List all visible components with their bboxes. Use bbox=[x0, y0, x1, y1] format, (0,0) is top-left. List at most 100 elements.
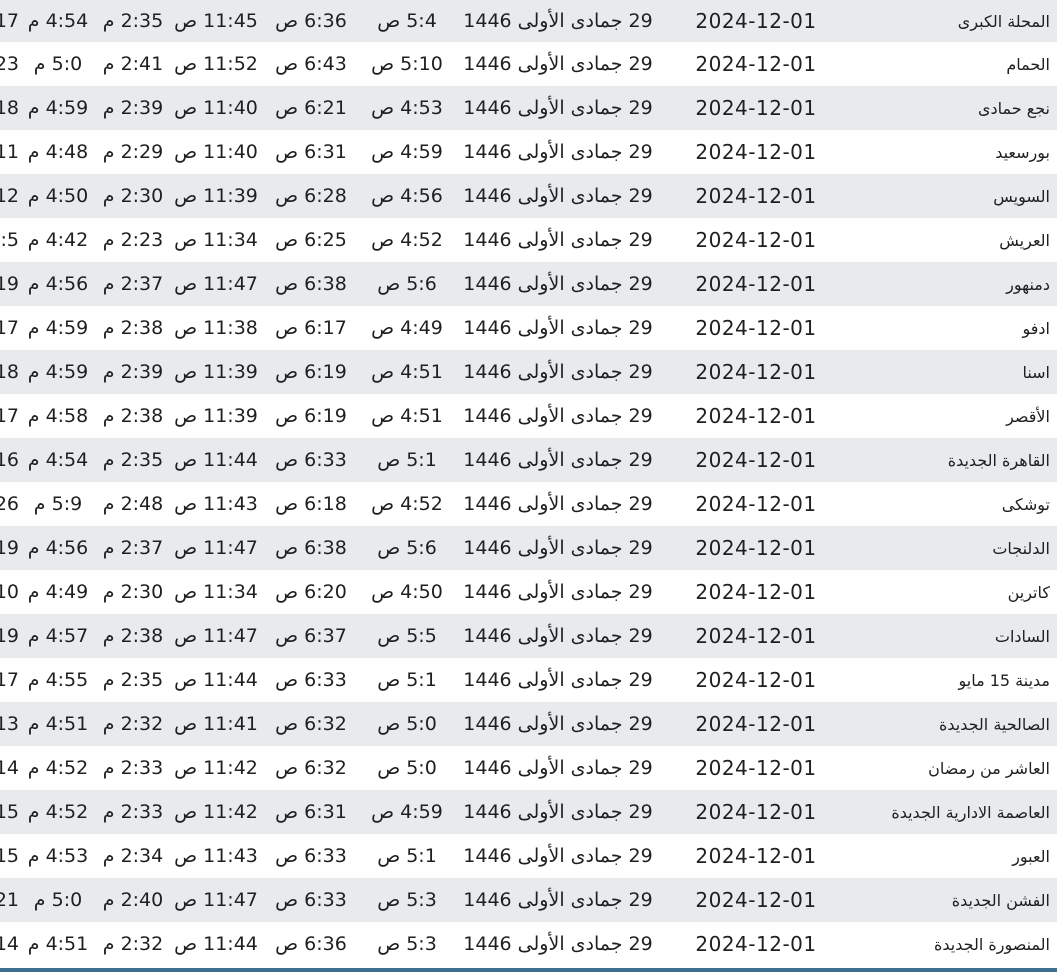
maghrib-time-cell: 4:59 م bbox=[27, 97, 89, 119]
sunrise-time-cell: 6:31 ص bbox=[275, 801, 347, 823]
maghrib-time-cell: 5:9 م bbox=[33, 493, 83, 515]
dhuhr-time-cell: 11:39 ص bbox=[174, 405, 258, 427]
asr-time-cell: 2:39 م bbox=[102, 361, 164, 383]
asr-time-cell: 2:30 م bbox=[102, 185, 164, 207]
gregorian-date-cell: 2024-12-01 bbox=[695, 52, 817, 76]
fajr-time-cell: 4:59 ص bbox=[371, 801, 443, 823]
hijri-date-cell: 29 جمادى الأولى 1446 bbox=[463, 889, 653, 911]
table-row: الصالحية الجديدة 2024-12-01 29 جمادى الأول… bbox=[0, 702, 1057, 746]
isha-time-cell: 6:17 م bbox=[0, 405, 19, 427]
asr-time-cell: 2:34 م bbox=[102, 845, 164, 867]
hijri-date-cell: 29 جمادى الأولى 1446 bbox=[463, 713, 653, 735]
asr-time-cell: 2:35 م bbox=[102, 10, 164, 32]
dhuhr-time-cell: 11:47 ص bbox=[174, 889, 258, 911]
isha-time-cell: 6:17 م bbox=[0, 669, 19, 691]
isha-time-cell: 6:12 م bbox=[0, 185, 19, 207]
sunrise-time-cell: 6:33 ص bbox=[275, 449, 347, 471]
dhuhr-time-cell: 11:34 ص bbox=[174, 581, 258, 603]
isha-time-cell: 6:19 م bbox=[0, 625, 19, 647]
maghrib-time-cell: 4:58 م bbox=[27, 405, 89, 427]
dhuhr-time-cell: 11:44 ص bbox=[174, 449, 258, 471]
fajr-time-cell: 5:10 ص bbox=[371, 53, 443, 75]
hijri-date-cell: 29 جمادى الأولى 1446 bbox=[463, 757, 653, 779]
gregorian-date-cell: 2024-12-01 bbox=[695, 624, 817, 648]
hijri-date-cell: 29 جمادى الأولى 1446 bbox=[463, 933, 653, 955]
isha-time-cell: 6:11 م bbox=[0, 141, 19, 163]
table-row: اسنا 2024-12-01 29 جمادى الأولى 1446 4:51 ص… bbox=[0, 350, 1057, 394]
sunrise-time-cell: 6:32 ص bbox=[275, 757, 347, 779]
gregorian-date-cell: 2024-12-01 bbox=[695, 448, 817, 472]
asr-time-cell: 2:32 م bbox=[102, 933, 164, 955]
dhuhr-time-cell: 11:45 ص bbox=[174, 10, 258, 32]
gregorian-date-cell: 2024-12-01 bbox=[695, 888, 817, 912]
city-cell: كاترين bbox=[1007, 582, 1050, 602]
fajr-time-cell: 5:1 ص bbox=[377, 845, 437, 867]
hijri-date-cell: 29 جمادى الأولى 1446 bbox=[463, 537, 653, 559]
hijri-date-cell: 29 جمادى الأولى 1446 bbox=[463, 845, 653, 867]
table-row: نجع حمادى 2024-12-01 29 جمادى الأولى 1446 4… bbox=[0, 86, 1057, 130]
city-cell: المحلة الكبرى bbox=[957, 11, 1050, 31]
table-row: المنصورة الجديدة 2024-12-01 29 جمادى الأول… bbox=[0, 922, 1057, 966]
city-cell: مدينة 15 مايو bbox=[958, 670, 1050, 690]
hijri-date-cell: 29 جمادى الأولى 1446 bbox=[463, 449, 653, 471]
city-cell: القاهرة الجديدة bbox=[947, 450, 1050, 470]
isha-time-cell: 6:10 م bbox=[0, 581, 19, 603]
table-row: العريش 2024-12-01 29 جمادى الأولى 1446 4:52… bbox=[0, 218, 1057, 262]
table-row: السادات 2024-12-01 29 جمادى الأولى 1446 5:5… bbox=[0, 614, 1057, 658]
fajr-time-cell: 5:5 ص bbox=[377, 625, 437, 647]
isha-time-cell: 6:14 م bbox=[0, 933, 19, 955]
isha-time-cell: 6:17 م bbox=[0, 10, 19, 32]
dhuhr-time-cell: 11:52 ص bbox=[174, 53, 258, 75]
maghrib-time-cell: 4:56 م bbox=[27, 273, 89, 295]
city-cell: السادات bbox=[994, 626, 1050, 646]
maghrib-time-cell: 4:52 م bbox=[27, 757, 89, 779]
maghrib-time-cell: 4:59 م bbox=[27, 361, 89, 383]
dhuhr-time-cell: 11:40 ص bbox=[174, 141, 258, 163]
table-row: المحلة الكبرى 2024-12-01 29 جمادى الأولى 1… bbox=[0, 0, 1057, 42]
asr-time-cell: 2:37 م bbox=[102, 273, 164, 295]
city-cell: السويس bbox=[993, 186, 1050, 206]
maghrib-time-cell: 4:54 م bbox=[27, 449, 89, 471]
fajr-time-cell: 4:50 ص bbox=[371, 581, 443, 603]
dhuhr-time-cell: 11:47 ص bbox=[174, 625, 258, 647]
prayer-times-table: المحلة الكبرى 2024-12-01 29 جمادى الأولى 1… bbox=[0, 0, 1057, 966]
asr-time-cell: 2:33 م bbox=[102, 757, 164, 779]
gregorian-date-cell: 2024-12-01 bbox=[695, 404, 817, 428]
hijri-date-cell: 29 جمادى الأولى 1446 bbox=[463, 97, 653, 119]
isha-time-cell: 6:18 م bbox=[0, 361, 19, 383]
maghrib-time-cell: 4:56 م bbox=[27, 537, 89, 559]
isha-time-cell: 6:19 م bbox=[0, 273, 19, 295]
asr-time-cell: 2:48 م bbox=[102, 493, 164, 515]
fajr-time-cell: 4:49 ص bbox=[371, 317, 443, 339]
maghrib-time-cell: 4:55 م bbox=[27, 669, 89, 691]
hijri-date-cell: 29 جمادى الأولى 1446 bbox=[463, 185, 653, 207]
prayer-times-table-container: المحلة الكبرى 2024-12-01 29 جمادى الأولى 1… bbox=[0, 0, 1057, 972]
sunrise-time-cell: 6:32 ص bbox=[275, 713, 347, 735]
city-cell: الحمام bbox=[1006, 54, 1050, 74]
dhuhr-time-cell: 11:43 ص bbox=[174, 845, 258, 867]
fajr-time-cell: 5:3 ص bbox=[377, 889, 437, 911]
table-row: بورسعيد 2024-12-01 29 جمادى الأولى 1446 4:5… bbox=[0, 130, 1057, 174]
maghrib-time-cell: 4:52 م bbox=[27, 801, 89, 823]
dhuhr-time-cell: 11:39 ص bbox=[174, 361, 258, 383]
fajr-time-cell: 5:3 ص bbox=[377, 933, 437, 955]
city-cell: الصالحية الجديدة bbox=[938, 714, 1050, 734]
asr-time-cell: 2:29 م bbox=[102, 141, 164, 163]
table-row: العاشر من رمضان 2024-12-01 29 جمادى الأولى… bbox=[0, 746, 1057, 790]
hijri-date-cell: 29 جمادى الأولى 1446 bbox=[463, 625, 653, 647]
sunrise-time-cell: 6:43 ص bbox=[275, 53, 347, 75]
hijri-date-cell: 29 جمادى الأولى 1446 bbox=[463, 801, 653, 823]
asr-time-cell: 2:40 م bbox=[102, 889, 164, 911]
sunrise-time-cell: 6:37 ص bbox=[275, 625, 347, 647]
city-cell: دمنهور bbox=[1006, 274, 1050, 294]
gregorian-date-cell: 2024-12-01 bbox=[695, 756, 817, 780]
gregorian-date-cell: 2024-12-01 bbox=[695, 932, 817, 956]
city-cell: العريش bbox=[999, 230, 1050, 250]
maghrib-time-cell: 4:53 م bbox=[27, 845, 89, 867]
dhuhr-time-cell: 11:34 ص bbox=[174, 229, 258, 251]
dhuhr-time-cell: 11:47 ص bbox=[174, 537, 258, 559]
dhuhr-time-cell: 11:40 ص bbox=[174, 97, 258, 119]
sunrise-time-cell: 6:38 ص bbox=[275, 537, 347, 559]
hijri-date-cell: 29 جمادى الأولى 1446 bbox=[463, 669, 653, 691]
asr-time-cell: 2:23 م bbox=[102, 229, 164, 251]
